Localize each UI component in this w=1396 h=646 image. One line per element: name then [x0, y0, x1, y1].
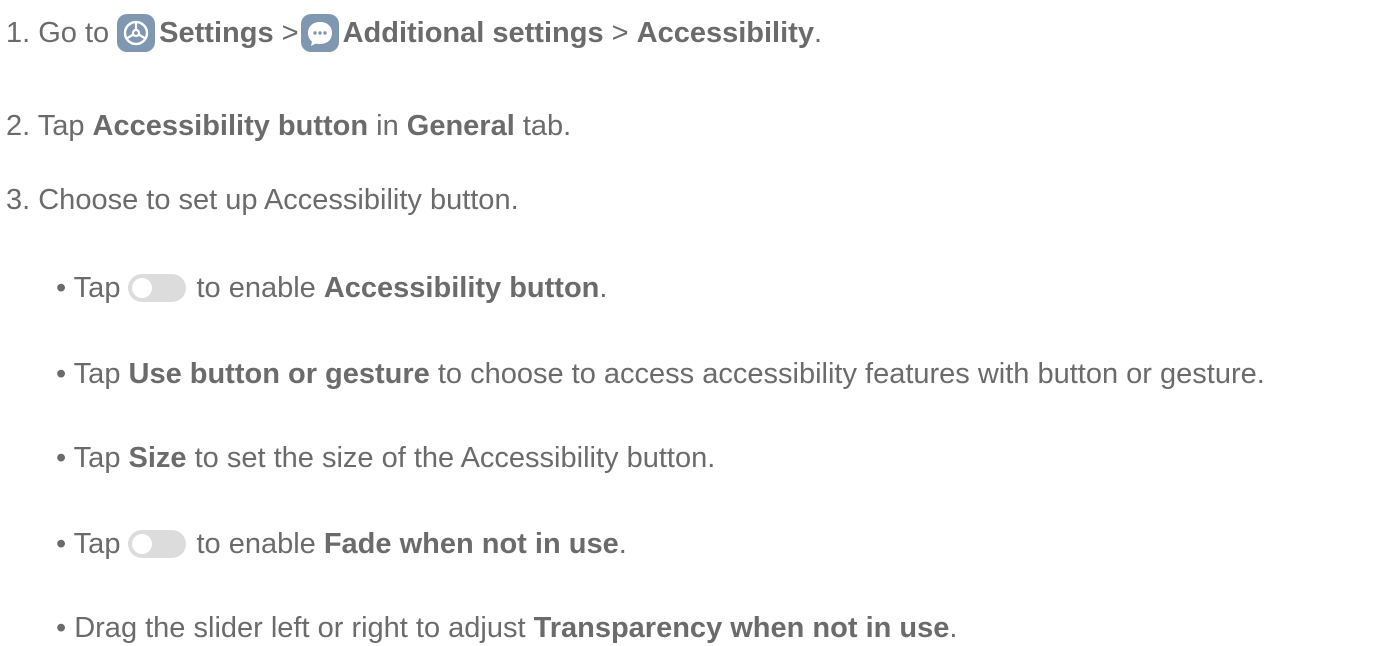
- period: .: [599, 272, 608, 304]
- bullet-bold: Use button or gesture: [128, 358, 430, 390]
- bullet-prefix: • Tap: [56, 272, 121, 304]
- bullet-bold: Accessibility button: [323, 272, 600, 304]
- accessibility-label: Accessibility: [636, 17, 814, 49]
- bullet-size: • Tap Size to set the size of the Access…: [56, 440, 715, 476]
- additional-settings-label: Additional settings: [342, 17, 604, 49]
- step-3: 3. Choose to set up Accessibility button…: [6, 182, 519, 218]
- bullet-mid: to enable: [196, 272, 324, 304]
- bullet-transparency: • Drag the slider left or right to adjus…: [56, 610, 957, 646]
- toggle-off-icon: [128, 530, 187, 558]
- bullet-prefix: • Tap: [56, 358, 129, 390]
- bullet-fade-when-not-in-use: • Tap to enable Fade when not in use .: [56, 526, 627, 562]
- step-2: 2. Tap Accessibility button in General t…: [6, 108, 571, 144]
- gear-icon: [117, 14, 156, 52]
- bullet-mid: to enable: [196, 528, 324, 560]
- more-dots-icon: [300, 14, 339, 52]
- bullet-bold: Fade when not in use: [323, 528, 619, 560]
- step-1: 1. Go to Settings > Additional settings …: [6, 14, 822, 52]
- bullet-bold: Size: [128, 442, 187, 474]
- period: .: [618, 528, 627, 560]
- period: .: [813, 17, 823, 49]
- step-3-text: 3. Choose to set up Accessibility button…: [6, 184, 519, 216]
- bullet-end: to set the size of the Accessibility but…: [186, 442, 716, 474]
- bullet-prefix: • Drag the slider left or right to adjus…: [56, 612, 534, 644]
- settings-label: Settings: [159, 17, 274, 49]
- step-2-prefix: 2. Tap: [6, 110, 93, 142]
- step-2-end: tab.: [514, 110, 572, 142]
- separator: >: [273, 17, 299, 49]
- bullet-prefix: • Tap: [56, 528, 121, 560]
- step-1-prefix: 1. Go to: [6, 17, 110, 49]
- bullet-end: to choose to access accessibility featur…: [429, 358, 1265, 390]
- toggle-knob: [132, 278, 153, 298]
- accessibility-button-label: Accessibility button: [92, 110, 369, 142]
- separator: >: [603, 17, 637, 49]
- general-tab-label: General: [406, 110, 515, 142]
- bullet-use-button-or-gesture: • Tap Use button or gesture to choose to…: [56, 356, 1265, 392]
- toggle-off-icon: [128, 274, 187, 302]
- toggle-knob: [132, 534, 153, 554]
- bullet-enable-accessibility-button: • Tap to enable Accessibility button .: [56, 270, 607, 306]
- bullet-prefix: • Tap: [56, 442, 129, 474]
- step-2-mid: in: [368, 110, 407, 142]
- period: .: [949, 612, 958, 644]
- bullet-bold: Transparency when not in use: [533, 612, 950, 644]
